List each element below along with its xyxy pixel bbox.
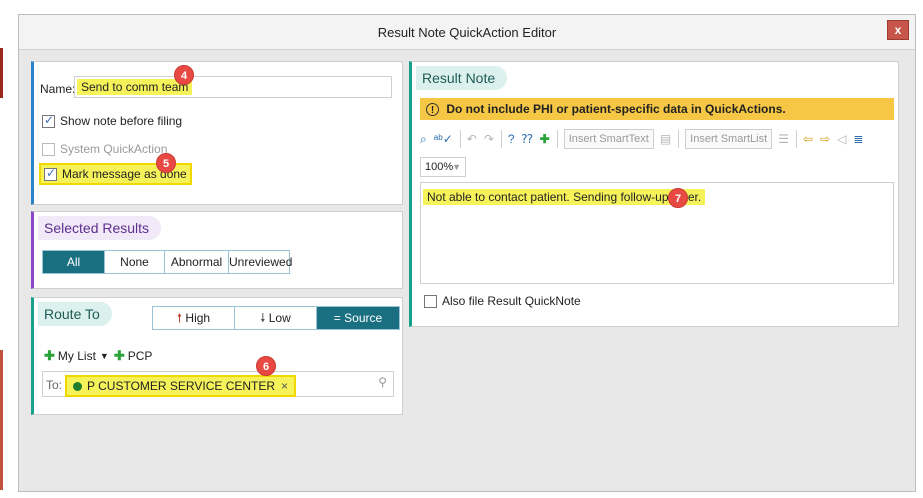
filter-unreviewed-button[interactable]: Unreviewed: [229, 251, 292, 273]
result-note-title: Result Note: [416, 66, 508, 90]
show-note-row[interactable]: Show note before filing: [42, 113, 183, 128]
smartlist-picker-icon[interactable]: ☰: [778, 132, 789, 146]
annotation-badge-6: 6: [256, 356, 276, 376]
annotation-badge-5: 5: [156, 153, 176, 173]
recipient-name: P CUSTOMER SERVICE CENTER: [87, 379, 276, 393]
undo-icon[interactable]: ↶: [467, 132, 477, 146]
priority-high-label: High: [185, 311, 211, 325]
my-list-link[interactable]: My List: [58, 349, 96, 363]
status-dot-icon: [73, 381, 82, 391]
help-list-icon[interactable]: ⁇: [522, 132, 533, 146]
route-to-title: Route To: [38, 302, 112, 326]
toolbar-divider: [500, 130, 502, 148]
route-shortcuts: ✚ My List ▼ ✚ PCP: [44, 348, 152, 364]
left-accent-bar: [0, 48, 3, 98]
find-icon[interactable]: ⌕: [420, 132, 427, 147]
zoom-select[interactable]: 100% ▼: [420, 157, 466, 177]
show-note-label: Show note before filing: [60, 114, 183, 128]
plus-icon: ✚: [113, 348, 125, 363]
toolbar-divider: [678, 130, 680, 148]
phi-warning-banner: ! Do not include PHI or patient-specific…: [420, 98, 894, 120]
left-background-strip: [0, 0, 18, 498]
filter-abnormal-button[interactable]: Abnormal: [165, 251, 229, 273]
route-to-panel: Route To 🠕 High 🠗 Low = Source ✚ My List…: [31, 297, 403, 415]
priority-group: 🠕 High 🠗 Low = Source: [152, 306, 400, 330]
priority-source-label: Source: [344, 311, 383, 325]
smarttext-picker-icon[interactable]: ▤: [660, 132, 671, 146]
also-file-label: Also file Result QuickNote: [442, 294, 581, 308]
priority-high-button[interactable]: 🠕 High: [153, 307, 235, 329]
insert-smartlist-field[interactable]: Insert SmartList: [685, 129, 773, 149]
add-icon[interactable]: ✚: [540, 132, 550, 146]
recipient-tag[interactable]: P CUSTOMER SERVICE CENTER ×: [65, 375, 297, 397]
warning-icon: !: [426, 103, 439, 116]
editor-toolbar: ⌕ ᵃᵇ✓ ↶ ↷ ? ⁇ ✚ Insert SmartText ▤ Inser…: [420, 128, 870, 150]
mark-message-checkbox[interactable]: [44, 166, 57, 181]
insert-smarttext-field[interactable]: Insert SmartText: [563, 129, 654, 149]
priority-low-label: Low: [268, 311, 291, 325]
name-input[interactable]: Send to comm team: [74, 76, 392, 98]
equals-icon: =: [333, 311, 341, 325]
system-quickaction-row: System QuickAction: [42, 142, 167, 156]
also-file-checkbox[interactable]: [424, 294, 437, 308]
priority-source-button[interactable]: = Source: [317, 307, 399, 329]
to-label: To:: [46, 378, 63, 392]
note-body-text: Not able to contact patient. Sending fol…: [423, 189, 706, 205]
chevron-down-icon: ▼: [452, 162, 461, 172]
selected-results-panel: Selected Results All None Abnormal Unrev…: [31, 211, 403, 289]
pcp-link[interactable]: PCP: [128, 349, 153, 363]
help-icon[interactable]: ?: [508, 132, 515, 146]
close-button[interactable]: x: [887, 20, 909, 40]
system-quickaction-label: System QuickAction: [60, 142, 168, 156]
show-note-checkbox[interactable]: [42, 113, 55, 128]
toolbar-divider: [459, 130, 461, 148]
redo-icon[interactable]: ↷: [484, 132, 494, 146]
phi-warning-text: Do not include PHI or patient-specific d…: [446, 102, 786, 116]
priority-low-button[interactable]: 🠗 Low: [235, 307, 317, 329]
up-arrow-icon: 🠕: [176, 311, 183, 325]
result-note-panel: Result Note ! Do not include PHI or pati…: [409, 61, 899, 327]
system-quickaction-checkbox: [42, 142, 55, 156]
window-title: Result Note QuickAction Editor: [377, 25, 557, 40]
general-settings-panel: Name: Send to comm team 4 Show note befo…: [31, 61, 403, 205]
remove-recipient-icon[interactable]: ×: [281, 377, 288, 395]
title-bar: Result Note QuickAction Editor x: [19, 15, 915, 50]
recipient-field[interactable]: To: P CUSTOMER SERVICE CENTER × ⚲: [42, 371, 394, 397]
spellcheck-icon[interactable]: ᵃᵇ✓: [434, 132, 453, 146]
left-accent-bar-lower: [0, 350, 3, 490]
toolbar-divider: [795, 130, 797, 148]
next-field-icon[interactable]: ⇨: [820, 132, 830, 146]
quickaction-editor-window: Result Note QuickAction Editor x Name: S…: [18, 14, 916, 492]
back-icon[interactable]: ◁: [837, 132, 846, 146]
annotation-badge-7: 7: [668, 188, 688, 208]
chevron-down-icon[interactable]: ▼: [100, 351, 109, 361]
filter-none-button[interactable]: None: [105, 251, 165, 273]
plus-icon: ✚: [44, 348, 55, 363]
search-icon[interactable]: ⚲: [378, 375, 387, 389]
previous-field-icon[interactable]: ⇦: [803, 132, 813, 146]
result-filter-group: All None Abnormal Unreviewed: [42, 250, 292, 274]
selected-results-title: Selected Results: [38, 216, 162, 240]
zoom-value: 100%: [425, 161, 454, 173]
name-label: Name:: [40, 82, 76, 96]
annotation-badge-4: 4: [174, 65, 194, 85]
note-text-editor[interactable]: Not able to contact patient. Sending fol…: [420, 182, 894, 284]
filter-all-button[interactable]: All: [43, 251, 105, 273]
list-options-icon[interactable]: ≣: [853, 132, 863, 146]
down-arrow-icon: 🠗: [260, 311, 266, 325]
name-value: Send to comm team: [77, 79, 193, 95]
toolbar-divider: [556, 130, 558, 148]
also-file-row[interactable]: Also file Result QuickNote: [424, 294, 581, 308]
